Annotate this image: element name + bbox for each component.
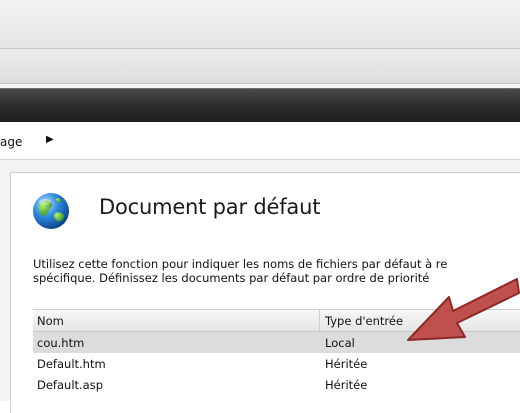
globe-icon: [33, 193, 69, 229]
window-top-bar: [0, 0, 520, 49]
description-line-2: spécifique. Définissez les documents par…: [33, 271, 430, 285]
table-header: Nom Type d'entrée: [33, 309, 520, 332]
address-bar: age ▶: [0, 123, 520, 160]
dark-toolbar: [0, 88, 520, 122]
cell-name: cou.htm: [37, 336, 85, 350]
cell-type: Héritée: [325, 378, 368, 392]
column-header-type[interactable]: Type d'entrée: [325, 314, 403, 328]
table-row[interactable]: cou.htm Local: [33, 332, 520, 353]
cell-name: Default.htm: [37, 357, 106, 371]
cell-name: Default.asp: [37, 378, 104, 392]
description-line-1: Utilisez cette fonction pour indiquer le…: [33, 257, 448, 271]
cell-type: Héritée: [325, 357, 368, 371]
content-area: Document par défaut Utilisez cette fonct…: [0, 160, 520, 413]
feature-description: Utilisez cette fonction pour indiquer le…: [33, 257, 520, 285]
cell-type: Local: [325, 336, 355, 350]
feature-panel: Document par défaut Utilisez cette fonct…: [10, 172, 520, 413]
column-header-nom[interactable]: Nom: [37, 314, 64, 328]
triangle-right-icon[interactable]: ▶: [46, 134, 54, 145]
page-title: Document par défaut: [99, 195, 321, 219]
breadcrumb-item[interactable]: age: [0, 135, 22, 149]
table-row[interactable]: Default.htm Héritée: [33, 353, 520, 374]
column-divider[interactable]: [319, 310, 320, 331]
default-documents-table: Nom Type d'entrée cou.htm Local Default.…: [33, 309, 520, 395]
table-row[interactable]: Default.asp Héritée: [33, 374, 520, 395]
window-secondary-bar: [0, 49, 520, 84]
